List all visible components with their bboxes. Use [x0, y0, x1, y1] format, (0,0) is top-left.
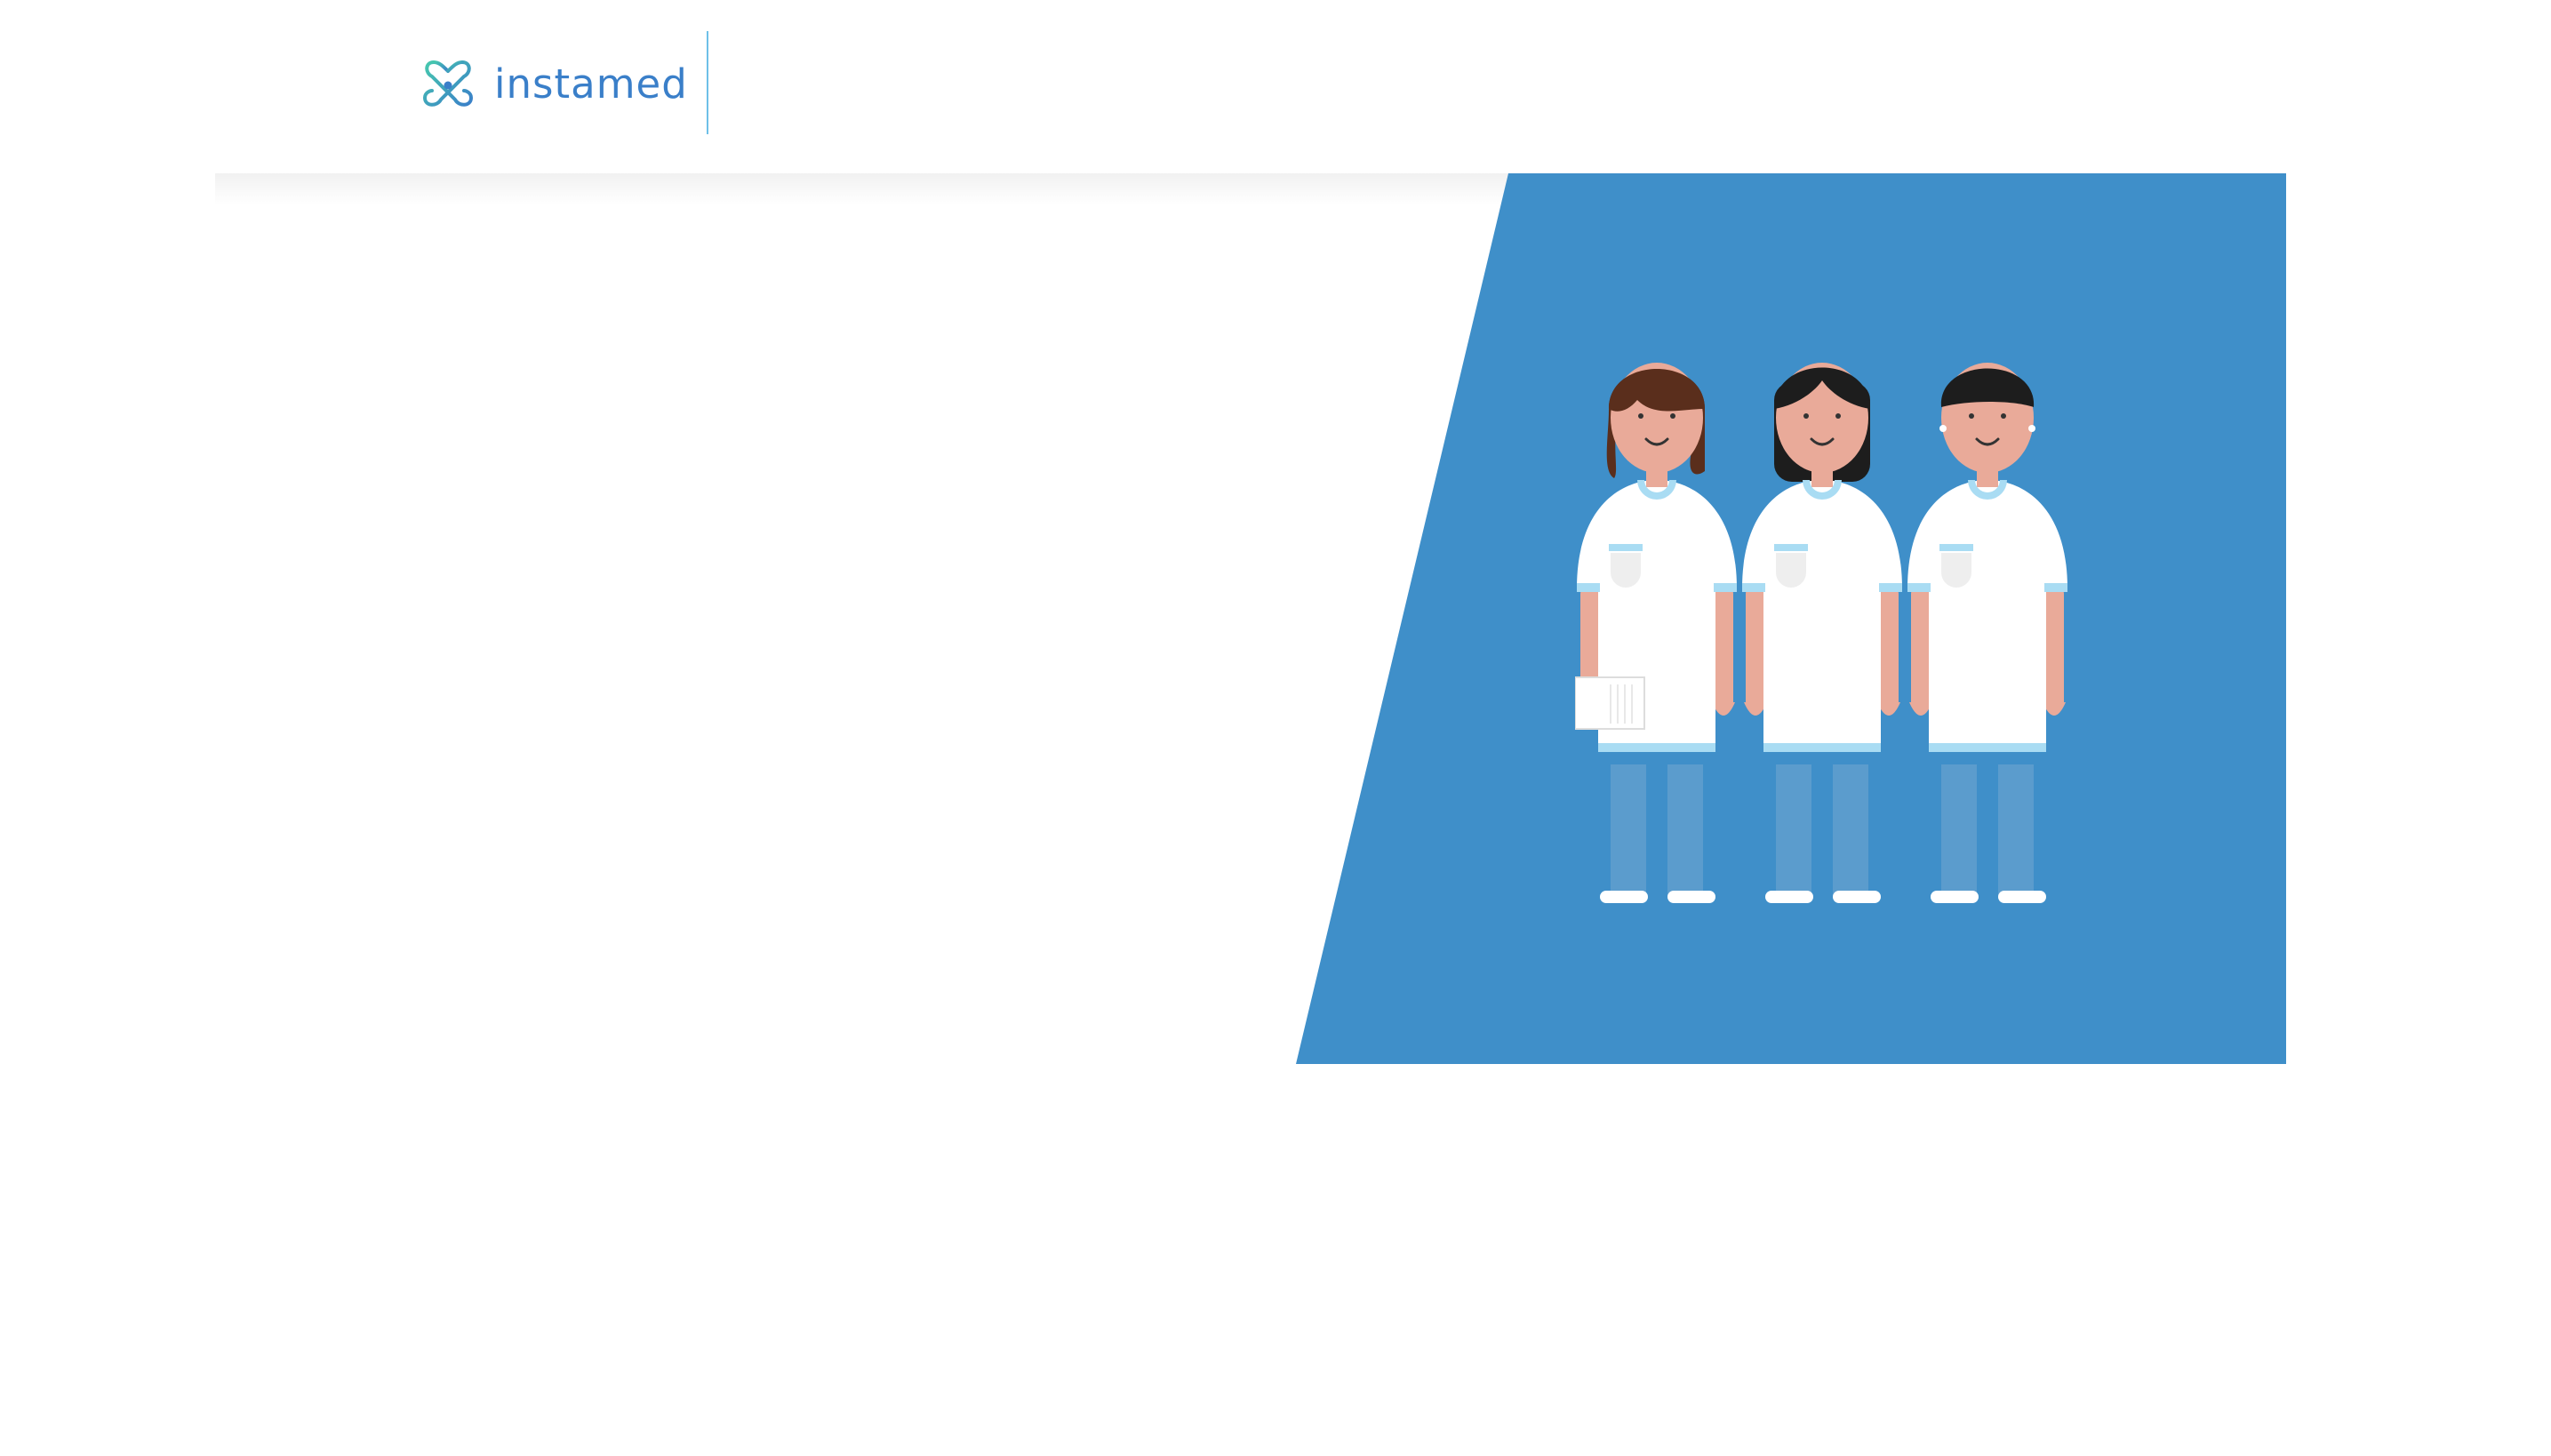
hero-section	[215, 173, 2286, 1064]
page: instamed	[0, 0, 2551, 1456]
nurse-figure-3	[1906, 361, 2069, 905]
logo-wordmark: instamed	[494, 60, 688, 108]
nurse-figure-1	[1575, 361, 1739, 905]
three-nurses-illustration	[1575, 361, 2069, 905]
nurse-figure-2	[1740, 361, 1904, 905]
home-logo-link[interactable]: instamed	[421, 55, 688, 112]
site-header: instamed	[0, 0, 2551, 169]
instamed-logo-icon	[422, 60, 474, 107]
header-divider	[707, 31, 708, 134]
